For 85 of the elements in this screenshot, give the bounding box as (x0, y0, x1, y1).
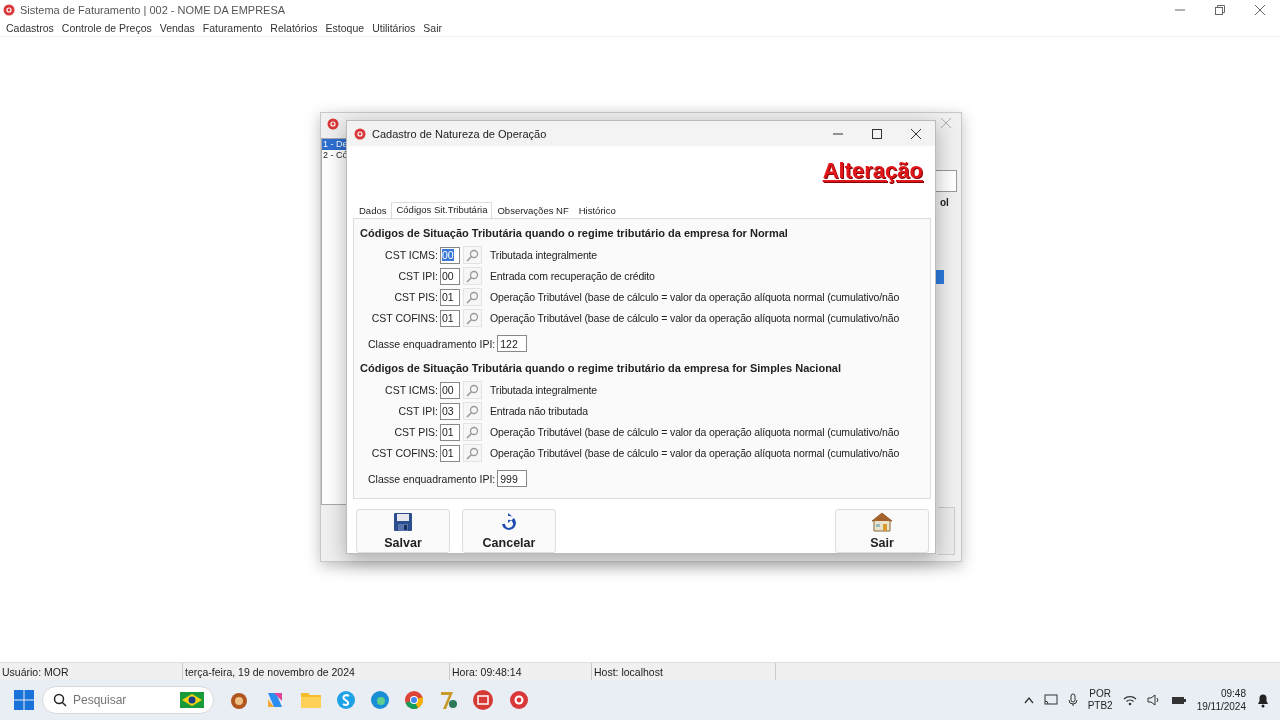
field-label: CST PIS: (393, 291, 439, 304)
menu-item[interactable]: Controle de Preços (57, 19, 156, 36)
microphone-icon[interactable] (1067, 693, 1078, 707)
class-field[interactable]: 999 (497, 470, 528, 488)
column-header: ol (940, 197, 949, 208)
exit-button[interactable]: Sair (835, 509, 929, 553)
field-label: CST COFINS: (370, 447, 439, 460)
tab[interactable]: Códigos Sit.Tributária (391, 201, 493, 219)
search-button[interactable] (463, 309, 482, 328)
code-description: Tributada integralmente (490, 249, 598, 262)
search-button[interactable] (463, 288, 482, 307)
code-field[interactable]: 00 (440, 246, 460, 264)
mode-label: Alteração (822, 158, 923, 184)
code-description: Entrada com recuperação de crédito (490, 270, 655, 283)
code-description: Tributada integralmente (490, 384, 598, 397)
close-icon (910, 128, 921, 139)
code-description: Operação Tributável (base de cálculo = valor da operação alíquota normal (cumulativo/não (490, 447, 900, 460)
close-icon[interactable] (941, 118, 951, 128)
restore-icon (1215, 4, 1225, 15)
field-label: CST ICMS: (384, 249, 439, 262)
cast-icon[interactable] (1043, 694, 1058, 706)
field-label: CST IPI: (397, 405, 439, 418)
window-title: Sistema de Faturamento | 002 - NOME DA EMPRESA (20, 3, 286, 16)
app-logo-icon (327, 118, 339, 130)
flag-icon (180, 692, 204, 708)
menu-item[interactable]: Faturamento (198, 19, 267, 36)
app-logo-icon[interactable] (508, 689, 530, 711)
field-label: CST IPI: (397, 270, 439, 283)
clock-time[interactable]: 09:48 (1220, 687, 1246, 700)
code-description: Operação Tributável (base de cálculo = valor da operação alíquota normal (cumulativo/não (490, 426, 900, 439)
tab[interactable]: Histórico (573, 202, 621, 218)
text-field[interactable] (935, 170, 957, 192)
maximize-icon (871, 128, 882, 139)
dialog-title: Cadastro de Natureza de Operação (372, 127, 547, 140)
field-label: Classe enquadramento IPI: (368, 472, 496, 485)
clock-date[interactable]: 19/11/2024 (1196, 700, 1246, 713)
chevron-icon[interactable] (1023, 696, 1034, 704)
search-button[interactable] (463, 246, 482, 265)
search-button[interactable] (463, 267, 482, 286)
wifi-icon[interactable] (1122, 694, 1137, 706)
section-heading: Códigos de Situação Tributária quando o regime tributário da empresa for Simples Nacional (360, 361, 843, 374)
language-indicator[interactable]: POR (1089, 688, 1111, 700)
search-button[interactable] (463, 444, 482, 463)
menu-item[interactable]: Cadastros (2, 19, 58, 36)
menu-item[interactable]: Utilitários (368, 19, 420, 36)
code-field[interactable]: 03 (440, 402, 460, 420)
search-button[interactable] (463, 402, 482, 421)
search-button[interactable] (463, 423, 482, 442)
search-button[interactable] (463, 381, 482, 400)
close-icon (1255, 4, 1265, 15)
code-field[interactable]: 01 (440, 444, 460, 462)
search-icon (53, 693, 67, 707)
field-label: CST COFINS: (370, 312, 439, 325)
tab[interactable]: Observações NF (492, 202, 574, 218)
save-button[interactable]: Salvar (356, 509, 450, 553)
menu-item[interactable]: Sair (419, 19, 446, 36)
menu-item[interactable]: Relatórios (266, 19, 322, 36)
code-field[interactable]: 01 (440, 423, 460, 441)
field-label: CST PIS: (393, 426, 439, 439)
cancel-button[interactable]: Cancelar (462, 509, 556, 553)
speaker-icon[interactable] (1146, 694, 1161, 706)
code-field[interactable]: 01 (440, 288, 460, 306)
code-description: Operação Tributável (base de cálculo = valor da operação alíquota normal (cumulativo/não (490, 312, 900, 325)
code-description: Entrada não tributada (490, 405, 588, 418)
house-icon (871, 512, 893, 532)
section-heading: Códigos de Situação Tributária quando o regime tributário da empresa for Normal (360, 226, 789, 239)
scroll-thumb[interactable] (936, 270, 944, 284)
field-label: Classe enquadramento IPI: (368, 337, 496, 350)
code-field[interactable]: 00 (440, 381, 460, 399)
start-icon[interactable] (14, 690, 34, 710)
code-field[interactable]: 00 (440, 267, 460, 285)
app-logo-icon (354, 127, 366, 140)
class-field[interactable]: 122 (497, 335, 528, 353)
tab[interactable]: Dados (354, 202, 392, 218)
notification-icon[interactable] (1256, 692, 1270, 708)
button-bar (938, 507, 955, 555)
keyboard-layout[interactable]: PTB2 (1087, 700, 1113, 712)
menu-item[interactable]: Estoque (321, 19, 369, 36)
code-description: Operação Tributável (base de cálculo = valor da operação alíquota normal (cumulativo/não (490, 291, 900, 304)
code-field[interactable]: 01 (440, 309, 460, 327)
field-label: CST ICMS: (384, 384, 439, 397)
battery-icon[interactable] (1170, 694, 1187, 706)
menu-item[interactable]: Vendas (155, 19, 199, 36)
app-logo-icon (3, 3, 15, 16)
search-field[interactable]: Pesquisar (42, 686, 214, 714)
